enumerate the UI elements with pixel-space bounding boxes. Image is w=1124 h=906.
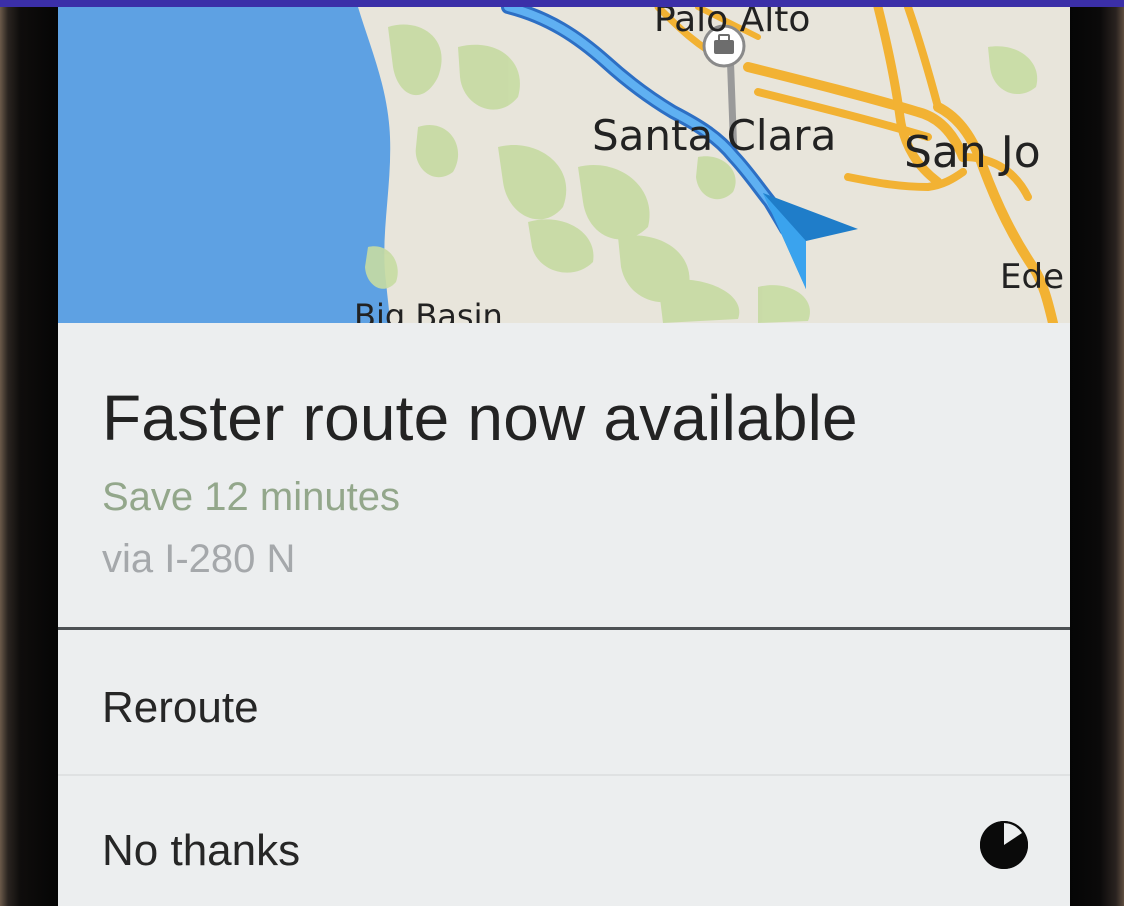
map-label-big-basin: Big Basin [354, 297, 503, 323]
phone-screen: Palo Alto Santa Clara San Jo Ede Big Bas… [58, 7, 1070, 906]
divider [58, 774, 1070, 776]
map-label-eden: Ede [1000, 257, 1064, 297]
card-title: Faster route now available [102, 382, 858, 454]
faster-route-card: Faster route now available Save 12 minut… [58, 323, 1070, 906]
phone-bezel-left [0, 7, 58, 906]
no-thanks-button[interactable]: No thanks [58, 778, 1070, 906]
navigation-map[interactable]: Palo Alto Santa Clara San Jo Ede Big Bas… [58, 7, 1070, 323]
reroute-button[interactable]: Reroute [58, 633, 1070, 773]
top-color-bar [0, 0, 1124, 7]
no-thanks-label: No thanks [102, 826, 301, 875]
time-savings-text: Save 12 minutes [102, 475, 400, 519]
map-label-san-jose: San Jo [904, 127, 1041, 178]
phone-bezel-right [1070, 7, 1124, 906]
divider [58, 627, 1070, 630]
reroute-label: Reroute [102, 683, 259, 732]
water-area [58, 7, 391, 323]
route-via-text: via I-280 N [102, 537, 296, 581]
countdown-timer-icon [980, 821, 1028, 869]
map-label-palo-alto: Palo Alto [654, 7, 811, 40]
map-label-santa-clara: Santa Clara [592, 111, 837, 160]
